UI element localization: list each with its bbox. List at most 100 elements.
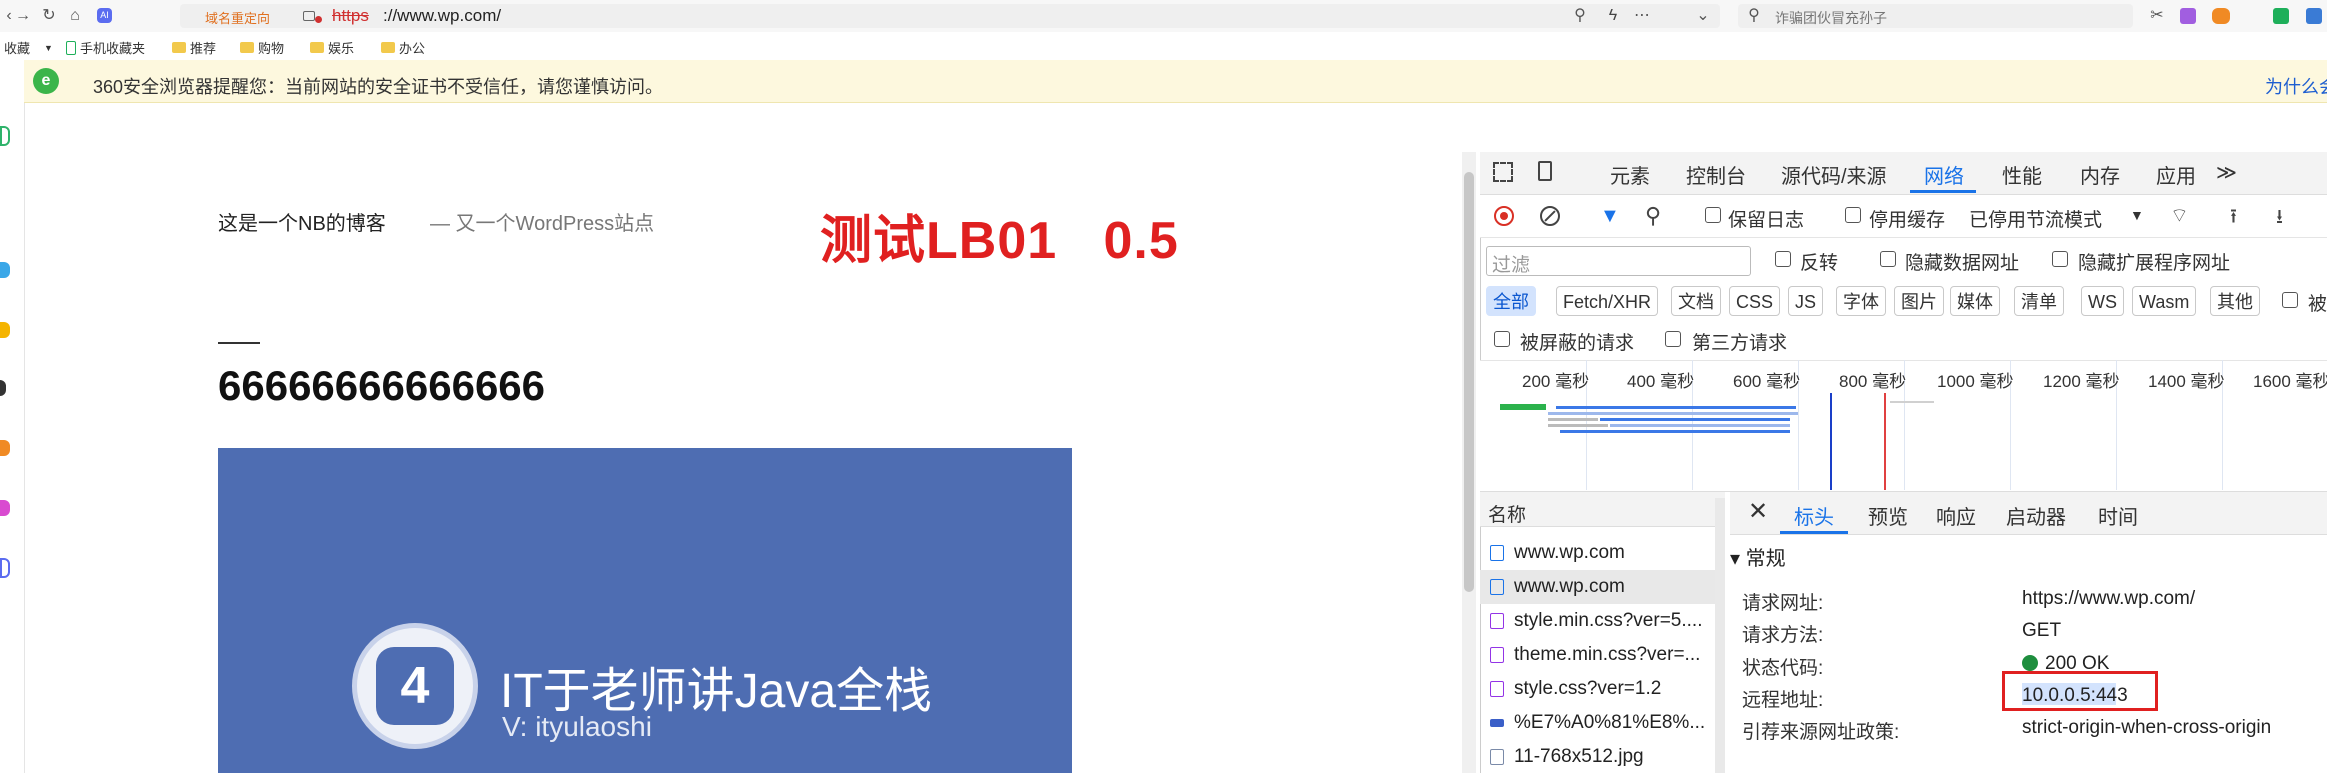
third-party-checkbox[interactable] xyxy=(1665,331,1681,347)
close-icon[interactable]: ✕ xyxy=(1748,497,1768,526)
tab-timing[interactable]: 时间 xyxy=(2098,501,2138,530)
chevron-down-icon[interactable]: ⌄ xyxy=(1694,7,1712,25)
throttle-select[interactable]: 已停用节流模式 xyxy=(1969,205,2102,232)
preserve-log-checkbox[interactable] xyxy=(1705,207,1721,223)
export-har-icon[interactable]: ⭳ xyxy=(2276,202,2283,236)
invert-checkbox[interactable] xyxy=(1775,251,1791,267)
home-icon[interactable]: ⌂ xyxy=(66,7,84,25)
request-row[interactable]: theme.min.css?ver=... xyxy=(1480,638,1725,672)
timeline-tick-label: 800 毫秒 xyxy=(1839,372,1907,391)
post-title[interactable]: 66666666666666 xyxy=(218,362,545,410)
extension-icon-2[interactable] xyxy=(2306,8,2322,24)
chip-img[interactable]: 图片 xyxy=(1894,286,1944,316)
tab-elements[interactable]: 元素 xyxy=(1610,160,1650,189)
tab-application[interactable]: 应用 xyxy=(2156,160,2196,189)
request-row-selected[interactable]: www.wp.com xyxy=(1480,570,1725,604)
search-network-icon[interactable]: ⚲ xyxy=(1645,203,1661,229)
warning-why-link[interactable]: 为什么会 xyxy=(2265,73,2327,99)
ai-icon[interactable]: AI xyxy=(97,8,112,23)
waterfall-bar xyxy=(1548,418,1598,421)
chip-wasm[interactable]: Wasm xyxy=(2132,286,2197,316)
zoom-icon[interactable]: ⚲ xyxy=(1571,7,1589,25)
insecure-lock-icon[interactable] xyxy=(303,11,315,21)
chip-css[interactable]: CSS xyxy=(1729,286,1781,316)
disable-cache-checkbox[interactable] xyxy=(1845,207,1861,223)
forward-icon[interactable]: → xyxy=(14,7,32,25)
import-har-icon[interactable]: ⭱ xyxy=(2230,202,2237,236)
chip-media[interactable]: 媒体 xyxy=(1950,286,2000,316)
folder-icon xyxy=(172,42,186,53)
sidebar-app-icon[interactable] xyxy=(0,126,10,146)
bookmark-folder-shopping[interactable]: 购物 xyxy=(240,38,284,57)
extension-icon[interactable] xyxy=(2273,8,2289,24)
bookmark-folder-office[interactable]: 办公 xyxy=(381,38,425,57)
tab-memory[interactable]: 内存 xyxy=(2080,160,2120,189)
folder-icon xyxy=(381,42,395,53)
chip-other[interactable]: 其他 xyxy=(2210,286,2260,316)
sidebar-app-icon[interactable] xyxy=(0,262,10,278)
sidebar-app-icon[interactable] xyxy=(0,558,10,578)
bookmark-favorites[interactable]: 收藏 ▼ xyxy=(4,38,53,57)
inspect-element-icon[interactable] xyxy=(1493,162,1513,182)
banner-logo-glyph: 4 xyxy=(376,647,454,725)
phone-icon xyxy=(66,40,76,55)
search-icon: ⚲ xyxy=(1748,7,1760,24)
chip-doc[interactable]: 文档 xyxy=(1671,286,1721,316)
translate-icon[interactable] xyxy=(2180,8,2196,24)
request-row[interactable]: style.min.css?ver=5.... xyxy=(1480,604,1725,638)
chip-fetch-xhr[interactable]: Fetch/XHR xyxy=(1556,286,1659,316)
tab-console[interactable]: 控制台 xyxy=(1686,160,1746,189)
image-icon xyxy=(1490,719,1504,727)
remote-address-key: 远程地址: xyxy=(1742,690,1824,711)
sidebar-app-icon[interactable] xyxy=(0,440,10,456)
record-dot xyxy=(1500,212,1508,220)
lightning-icon[interactable]: ϟ xyxy=(1604,7,1622,25)
blocked-cookies-checkbox[interactable] xyxy=(2282,292,2298,308)
bookmark-folder-fun[interactable]: 娱乐 xyxy=(310,38,354,57)
tab-response[interactable]: 响应 xyxy=(1936,501,1976,530)
request-list-scrollbar[interactable] xyxy=(1715,498,1725,773)
status-code-key: 状态代码: xyxy=(1742,658,1824,679)
request-row[interactable]: style.css?ver=1.2 xyxy=(1480,672,1725,706)
page-scrollbar-thumb[interactable] xyxy=(1464,172,1474,592)
bookmark-mobile[interactable]: 手机收藏夹 xyxy=(66,38,145,57)
more-icon[interactable]: ⋯ xyxy=(1633,7,1651,25)
blocked-requests-checkbox[interactable] xyxy=(1494,331,1510,347)
chip-js[interactable]: JS xyxy=(1788,286,1824,316)
caret-down-icon[interactable]: ▼ xyxy=(44,43,53,53)
site-title[interactable]: 这是一个NB的博客 xyxy=(218,207,386,236)
tab-network[interactable]: 网络 xyxy=(1924,160,1964,189)
chip-manifest[interactable]: 清单 xyxy=(2014,286,2064,316)
chip-font[interactable]: 字体 xyxy=(1836,286,1886,316)
waterfall-bar xyxy=(1560,430,1790,433)
chip-ws[interactable]: WS xyxy=(2081,286,2124,316)
general-section-header[interactable]: ▾ 常规 xyxy=(1730,542,1786,571)
sidebar-app-icon[interactable] xyxy=(0,322,10,338)
request-row[interactable]: %E7%A0%81%E8%... xyxy=(1480,706,1725,740)
request-row[interactable]: 11-768x512.jpg xyxy=(1480,740,1725,774)
game-icon[interactable] xyxy=(2212,8,2230,24)
request-row[interactable]: www.wp.com xyxy=(1480,536,1725,570)
more-tabs-icon[interactable]: ≫ xyxy=(2216,160,2237,185)
hide-data-urls-checkbox[interactable] xyxy=(1880,251,1896,267)
filter-icon[interactable]: ▼ xyxy=(1600,205,1620,228)
reload-icon[interactable]: ↻ xyxy=(40,7,58,25)
network-conditions-icon[interactable]: ⌔ xyxy=(2170,203,2189,228)
hide-ext-urls-checkbox[interactable] xyxy=(2052,251,2068,267)
tab-sources[interactable]: 源代码/来源 xyxy=(1781,160,1887,189)
throttle-dropdown-icon[interactable]: ▼ xyxy=(2130,207,2144,223)
warning-badge-icon xyxy=(315,16,322,23)
tab-headers[interactable]: 标头 xyxy=(1794,501,1834,530)
device-toggle-icon[interactable] xyxy=(1538,161,1552,181)
bookmark-folder-recommend[interactable]: 推荐 xyxy=(172,38,216,57)
waterfall-bar xyxy=(1548,424,1608,427)
tab-performance[interactable]: 性能 xyxy=(2002,160,2042,189)
document-icon xyxy=(1490,545,1504,561)
hide-data-urls-label: 隐藏数据网址 xyxy=(1905,253,2020,274)
sidebar-app-icon[interactable] xyxy=(0,500,10,516)
blocked-cookies-label: 被 xyxy=(2308,294,2327,315)
tab-preview[interactable]: 预览 xyxy=(1868,501,1908,530)
scissors-icon[interactable]: ✂ xyxy=(2148,7,2166,25)
chip-all[interactable]: 全部 xyxy=(1486,286,1536,316)
tab-initiator[interactable]: 启动器 xyxy=(2006,501,2066,530)
